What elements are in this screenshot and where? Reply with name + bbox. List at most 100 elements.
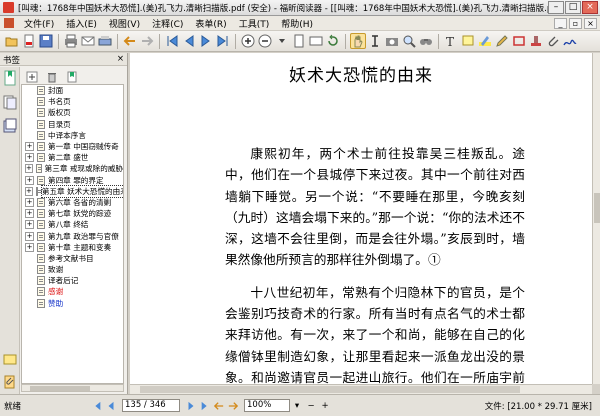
rectangle-icon[interactable]	[511, 33, 527, 49]
bookmark-item[interactable]: 书名页	[22, 96, 123, 107]
minimize-button[interactable]: –	[548, 1, 564, 14]
email-icon[interactable]	[80, 33, 96, 49]
layers-tab-icon[interactable]	[2, 118, 18, 134]
page-number-field[interactable]: 135 / 346	[122, 399, 180, 412]
comments-tab-icon[interactable]	[2, 352, 18, 368]
panel-close-icon[interactable]: ×	[117, 54, 124, 64]
first-page-icon[interactable]	[91, 400, 103, 412]
expand-toggle-icon[interactable]: +	[25, 197, 34, 207]
delete-bookmark-icon[interactable]	[44, 69, 60, 85]
expand-toggle-icon[interactable]: +	[25, 164, 33, 174]
save-icon[interactable]	[38, 33, 54, 49]
vertical-scroll-thumb[interactable]	[594, 193, 600, 223]
menu-view[interactable]: 视图(V)	[103, 17, 146, 30]
fit-width-icon[interactable]	[308, 33, 324, 49]
expand-toggle-icon[interactable]: +	[25, 242, 34, 252]
zoom-out-icon[interactable]	[257, 33, 273, 49]
add-bookmark-icon[interactable]	[64, 69, 80, 85]
expand-toggle-icon[interactable]: +	[25, 220, 34, 230]
bookmark-item[interactable]: + 第十章 主题和变奏	[22, 242, 123, 253]
loupe-icon[interactable]	[401, 33, 417, 49]
last-page-icon[interactable]	[199, 400, 211, 412]
bookmark-item[interactable]: 参考文献书目	[22, 253, 123, 264]
open-icon[interactable]	[4, 33, 20, 49]
bookmark-item[interactable]: 致谢	[22, 264, 123, 275]
previous-page-icon[interactable]	[181, 33, 197, 49]
bookmark-item[interactable]: 感谢	[22, 286, 123, 297]
snapshot-icon[interactable]	[384, 33, 400, 49]
expand-toggle-icon[interactable]: +	[25, 209, 34, 219]
horizontal-scrollbar[interactable]	[130, 384, 592, 394]
zoom-dropdown-icon[interactable]: ▾	[291, 400, 303, 412]
zoom-in-icon[interactable]: +	[319, 400, 331, 412]
first-page-icon[interactable]	[164, 33, 180, 49]
bookmark-item[interactable]: 译者后记	[22, 275, 123, 286]
menu-tools[interactable]: 工具(T)	[233, 17, 276, 30]
menu-help[interactable]: 帮助(H)	[275, 17, 319, 30]
previous-view-icon[interactable]	[122, 33, 138, 49]
bookmark-item[interactable]: + 第二章 盛世	[22, 152, 123, 163]
typewriter-icon[interactable]: T	[443, 33, 459, 49]
select-text-icon[interactable]	[367, 33, 383, 49]
bookmark-item[interactable]: + 第八章 终结	[22, 219, 123, 230]
bookmark-item[interactable]: 赞助	[22, 298, 123, 309]
hand-tool-icon[interactable]	[350, 33, 366, 49]
menu-comment[interactable]: 注释(C)	[146, 17, 189, 30]
rotate-icon[interactable]	[325, 33, 341, 49]
bookmarks-tab-icon[interactable]	[2, 70, 18, 86]
next-page-icon[interactable]	[185, 400, 197, 412]
tree-horizontal-scrollbar[interactable]	[21, 384, 124, 392]
vertical-scrollbar[interactable]	[592, 53, 600, 384]
zoom-out-icon[interactable]: −	[305, 400, 317, 412]
next-page-icon[interactable]	[198, 33, 214, 49]
previous-page-icon[interactable]	[105, 400, 117, 412]
last-page-icon[interactable]	[215, 33, 231, 49]
attachments-tab-icon[interactable]	[2, 374, 18, 390]
menu-insert[interactable]: 插入(E)	[60, 17, 103, 30]
note-icon[interactable]	[460, 33, 476, 49]
zoom-level-field[interactable]: 100%	[244, 399, 290, 412]
doc-close-button[interactable]: ×	[584, 17, 597, 29]
bookmark-item[interactable]: + 第七章 妖党的踪迹	[22, 208, 123, 219]
pencil-icon[interactable]	[494, 33, 510, 49]
bookmark-item[interactable]: + 第五章 妖术大恐慌的由来	[22, 184, 123, 198]
expand-toggle-icon[interactable]: +	[25, 186, 33, 196]
print-icon[interactable]	[63, 33, 79, 49]
document-view[interactable]: 妖术大恐慌的由来 康熙初年，两个术士前往投靠吴三桂叛乱。途中，他们在一个县城停下…	[130, 53, 592, 384]
tree-scroll-thumb[interactable]	[30, 386, 90, 391]
create-pdf-icon[interactable]	[21, 33, 37, 49]
close-button[interactable]: ×	[582, 1, 598, 14]
doc-restore-button[interactable]: ▫	[569, 17, 582, 29]
expand-toggle-icon[interactable]: +	[25, 142, 34, 152]
bookmark-item[interactable]: + 第六章 各省的清剿	[22, 197, 123, 208]
attach-icon[interactable]	[545, 33, 561, 49]
bookmark-item[interactable]: 目录页	[22, 119, 123, 130]
bookmark-item[interactable]: 版权页	[22, 107, 123, 118]
thumbnails-tab-icon[interactable]	[2, 94, 18, 110]
expand-toggle-icon[interactable]: +	[25, 153, 34, 163]
fit-page-icon[interactable]	[291, 33, 307, 49]
bookmark-item[interactable]: 中译本序言	[22, 130, 123, 141]
sign-icon[interactable]	[562, 33, 578, 49]
maximize-button[interactable]: □	[565, 1, 581, 14]
expand-bookmark-icon[interactable]	[24, 69, 40, 85]
bookmark-item[interactable]: + 第三章 戒现或除的威胁	[22, 163, 123, 174]
zoom-in-icon[interactable]	[240, 33, 256, 49]
stamp-icon[interactable]	[528, 33, 544, 49]
bookmark-item[interactable]: + 第一章 中国窃贼传奇	[22, 141, 123, 152]
scan-icon[interactable]	[97, 33, 113, 49]
expand-toggle-icon[interactable]: +	[25, 175, 34, 185]
expand-toggle-icon[interactable]: +	[25, 231, 34, 241]
previous-view-icon[interactable]	[213, 400, 225, 412]
horizontal-scroll-thumb[interactable]	[140, 386, 520, 393]
menu-file[interactable]: 文件(F)	[18, 17, 60, 30]
search-icon[interactable]	[418, 33, 434, 49]
doc-minimize-button[interactable]: _	[554, 17, 567, 29]
menu-form[interactable]: 表单(R)	[189, 17, 232, 30]
zoom-dropdown-icon[interactable]	[274, 33, 290, 49]
next-view-icon[interactable]	[139, 33, 155, 49]
highlight-icon[interactable]	[477, 33, 493, 49]
bookmark-item[interactable]: + 第九章 政治罪与官僚	[22, 230, 123, 241]
next-view-icon[interactable]	[227, 400, 239, 412]
bookmark-item[interactable]: 封面	[22, 85, 123, 96]
